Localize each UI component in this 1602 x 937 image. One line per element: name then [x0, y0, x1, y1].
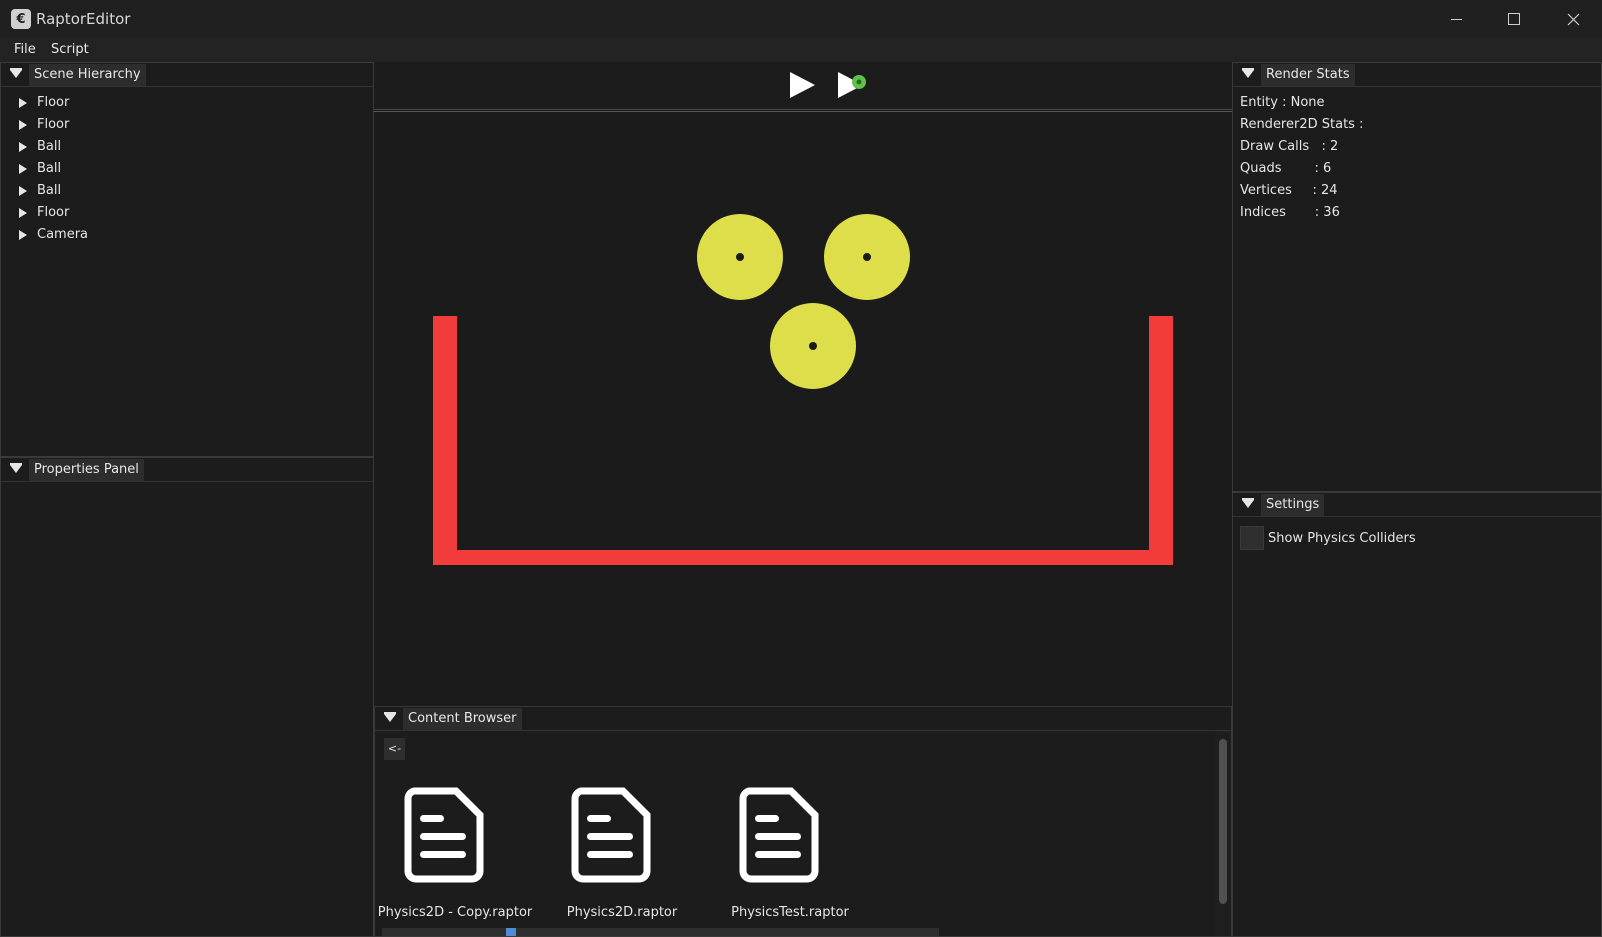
ball-entity [824, 214, 910, 300]
window-title: RaptorEditor [36, 10, 131, 28]
thumbnail-size-slider[interactable] [382, 928, 939, 936]
expand-arrow-icon[interactable] [19, 208, 27, 218]
close-button[interactable] [1544, 0, 1602, 38]
stat-quads: Quads : 6 [1240, 161, 1332, 176]
app-logo-icon: € [11, 9, 31, 29]
expand-arrow-icon[interactable] [19, 142, 27, 152]
floor-bottom [433, 550, 1173, 565]
settings-header: Settings [1233, 493, 1601, 517]
stat-renderer2d-heading: Renderer2D Stats : [1240, 117, 1364, 132]
content-browser-header: Content Browser [375, 707, 1231, 731]
stats-list: Entity : None Renderer2D Stats : Draw Ca… [1240, 95, 1363, 227]
tree-item-floor[interactable]: Floor [1, 203, 361, 225]
content-browser-panel: Content Browser <- Physics2D - Copy.rapt… [374, 706, 1232, 937]
tree-item-label: Floor [37, 205, 70, 220]
collapse-arrow-icon[interactable] [10, 463, 22, 473]
file-item[interactable]: PhysicsTest.raptor [710, 787, 870, 927]
back-button[interactable]: <- [384, 738, 405, 760]
file-icon [404, 787, 484, 883]
expand-arrow-icon[interactable] [19, 120, 27, 130]
collapse-arrow-icon[interactable] [1242, 68, 1254, 78]
title-bar: € RaptorEditor [0, 0, 1602, 38]
collapse-arrow-icon[interactable] [1242, 498, 1254, 508]
tree-item-label: Floor [37, 95, 70, 110]
ball-entity [697, 214, 783, 300]
maximize-button[interactable] [1485, 0, 1543, 38]
stat-indices: Indices : 36 [1240, 205, 1340, 220]
simulate-icon[interactable] [835, 70, 871, 100]
render-stats-tab[interactable]: Render Stats [1261, 64, 1355, 86]
ball-entity [770, 303, 856, 389]
properties-panel: Properties Panel [0, 457, 374, 937]
stat-draw-calls: Draw Calls : 2 [1240, 139, 1339, 154]
menu-file[interactable]: File [14, 42, 36, 57]
tree-item-label: Ball [37, 139, 62, 154]
render-stats-header: Render Stats [1233, 63, 1601, 87]
render-stats-panel: Render Stats Entity : None Renderer2D St… [1232, 62, 1602, 492]
scene-viewport[interactable] [374, 111, 1232, 705]
expand-arrow-icon[interactable] [19, 186, 27, 196]
tree-item-ball[interactable]: Ball [1, 137, 361, 159]
floor-right-wall [1149, 316, 1173, 565]
tree-item-label: Camera [37, 227, 89, 242]
file-name: Physics2D.raptor [566, 905, 678, 920]
settings-tab[interactable]: Settings [1261, 494, 1325, 516]
tree-item-label: Ball [37, 183, 62, 198]
file-item[interactable]: Physics2D.raptor [542, 787, 702, 927]
maximize-icon [1508, 13, 1520, 25]
collapse-arrow-icon[interactable] [10, 68, 22, 78]
menu-script[interactable]: Script [51, 42, 89, 57]
scene-hierarchy-panel: Scene Hierarchy Floor Floor Ball Ball Ba… [0, 62, 374, 457]
minimize-button[interactable] [1427, 0, 1485, 38]
file-name: Physics2D - Copy.raptor [377, 905, 533, 920]
show-physics-colliders-checkbox[interactable] [1240, 526, 1264, 550]
tree-item-ball[interactable]: Ball [1, 181, 361, 203]
tree-item-floor[interactable]: Floor [1, 115, 361, 137]
scrollbar[interactable] [1215, 731, 1231, 936]
floor-left-wall [433, 316, 457, 565]
play-icon[interactable] [787, 70, 817, 100]
tree-item-floor[interactable]: Floor [1, 93, 361, 115]
file-item[interactable]: Physics2D - Copy.raptor [375, 787, 535, 927]
stat-vertices: Vertices : 24 [1240, 183, 1338, 198]
tree-item-camera[interactable]: Camera [1, 225, 361, 247]
settings-panel: Settings Show Physics Colliders [1232, 492, 1602, 937]
scene-hierarchy-tab[interactable]: Scene Hierarchy [29, 64, 146, 86]
file-icon [739, 787, 819, 883]
scene-hierarchy-header: Scene Hierarchy [1, 63, 373, 87]
collapse-arrow-icon[interactable] [384, 712, 396, 722]
properties-panel-header: Properties Panel [1, 458, 373, 482]
menu-bar: File Script [0, 38, 1602, 62]
tree-item-ball[interactable]: Ball [1, 159, 361, 181]
show-physics-colliders-row[interactable]: Show Physics Colliders [1240, 526, 1416, 550]
scene-tree: Floor Floor Ball Ball Ball Floor Camera [1, 93, 361, 247]
toolbar [374, 62, 1232, 110]
slider-handle[interactable] [506, 928, 516, 936]
scrollbar-thumb[interactable] [1219, 739, 1227, 904]
file-name: PhysicsTest.raptor [731, 905, 849, 920]
content-browser-tab[interactable]: Content Browser [403, 708, 522, 730]
show-physics-colliders-label: Show Physics Colliders [1268, 530, 1416, 546]
tree-item-label: Floor [37, 117, 70, 132]
close-icon [1567, 13, 1579, 25]
expand-arrow-icon[interactable] [19, 98, 27, 108]
stat-entity: Entity : None [1240, 95, 1325, 110]
minimize-icon [1450, 18, 1462, 20]
expand-arrow-icon[interactable] [19, 230, 27, 240]
properties-panel-tab[interactable]: Properties Panel [29, 459, 144, 481]
file-icon [571, 787, 651, 883]
expand-arrow-icon[interactable] [19, 164, 27, 174]
tree-item-label: Ball [37, 161, 62, 176]
